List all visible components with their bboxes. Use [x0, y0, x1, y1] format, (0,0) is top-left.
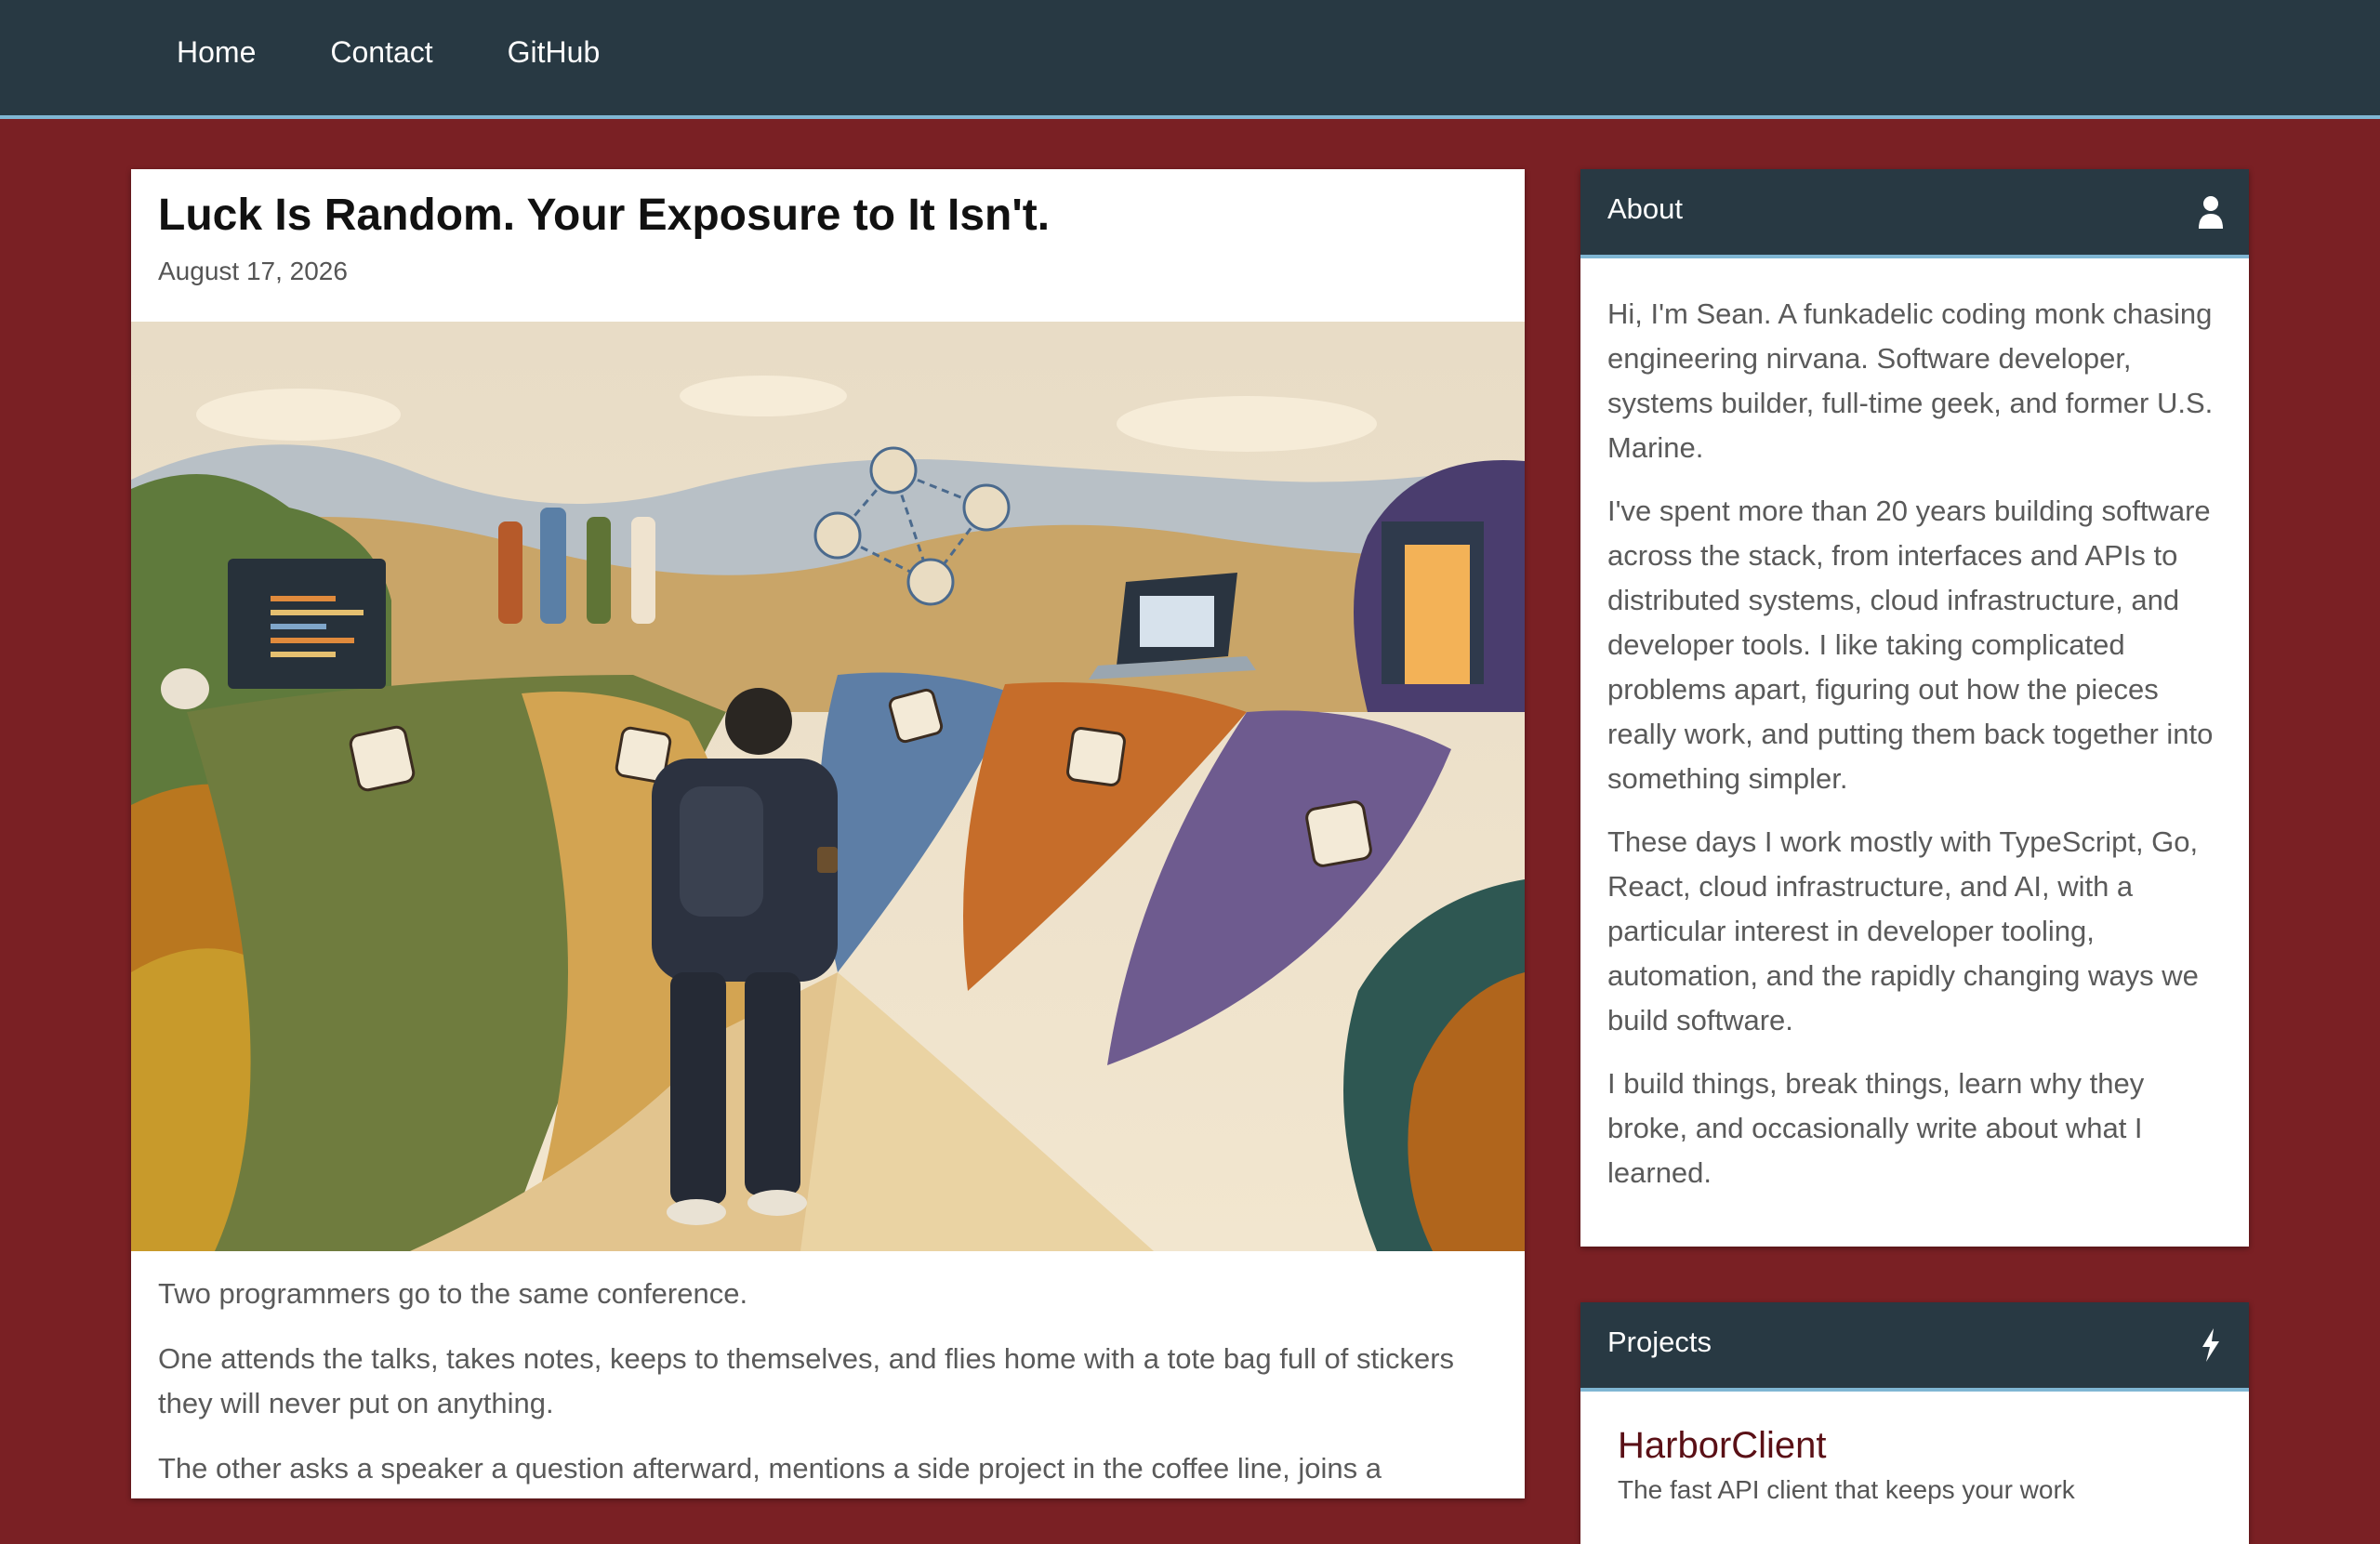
post-paragraph: One attends the talks, takes notes, keep… — [158, 1342, 1455, 1419]
about-header: About — [1580, 169, 2249, 258]
about-widget: About Hi, I'm Sean. A funkadelic coding … — [1580, 169, 2249, 1247]
post-title[interactable]: Luck Is Random. Your Exposure to It Isn'… — [158, 190, 1050, 241]
about-paragraph: These days I work mostly with TypeScript… — [1607, 825, 2199, 1036]
nav-contact-link[interactable]: Contact — [330, 35, 432, 69]
about-paragraph: Hi, I'm Sean. A funkadelic coding monk c… — [1607, 297, 2214, 464]
post-date: August 17, 2026 — [158, 257, 348, 285]
hero-illustration — [131, 322, 1525, 1251]
projects-header: Projects — [1580, 1302, 2249, 1392]
nav-list: Home Contact GitHub — [177, 35, 674, 70]
bolt-icon — [2202, 1328, 2219, 1362]
about-paragraph: I build things, break things, learn why … — [1607, 1067, 2145, 1189]
nav-home-link[interactable]: Home — [177, 35, 256, 69]
nav-github-link[interactable]: GitHub — [508, 35, 601, 69]
user-icon — [2199, 196, 2223, 229]
post-body: Two programmers go to the same conferenc… — [158, 1272, 1497, 1498]
about-title: About — [1607, 192, 1684, 225]
about-paragraph: I've spent more than 20 years building s… — [1607, 495, 2214, 795]
projects-title: Projects — [1607, 1326, 1712, 1358]
project-link[interactable]: HarborClient — [1618, 1425, 1827, 1467]
post-paragraph: The other asks a speaker a question afte… — [158, 1452, 1382, 1485]
project-description: The fast API client that keeps your work — [1618, 1475, 2075, 1504]
blog-post: Luck Is Random. Your Exposure to It Isn'… — [131, 169, 1525, 1498]
top-navigation: Home Contact GitHub — [0, 0, 2380, 119]
projects-widget: Projects HarborClient The fast API clien… — [1580, 1302, 2249, 1544]
post-paragraph: Two programmers go to the same conferenc… — [158, 1277, 748, 1310]
about-content: Hi, I'm Sean. A funkadelic coding monk c… — [1580, 258, 2249, 1233]
